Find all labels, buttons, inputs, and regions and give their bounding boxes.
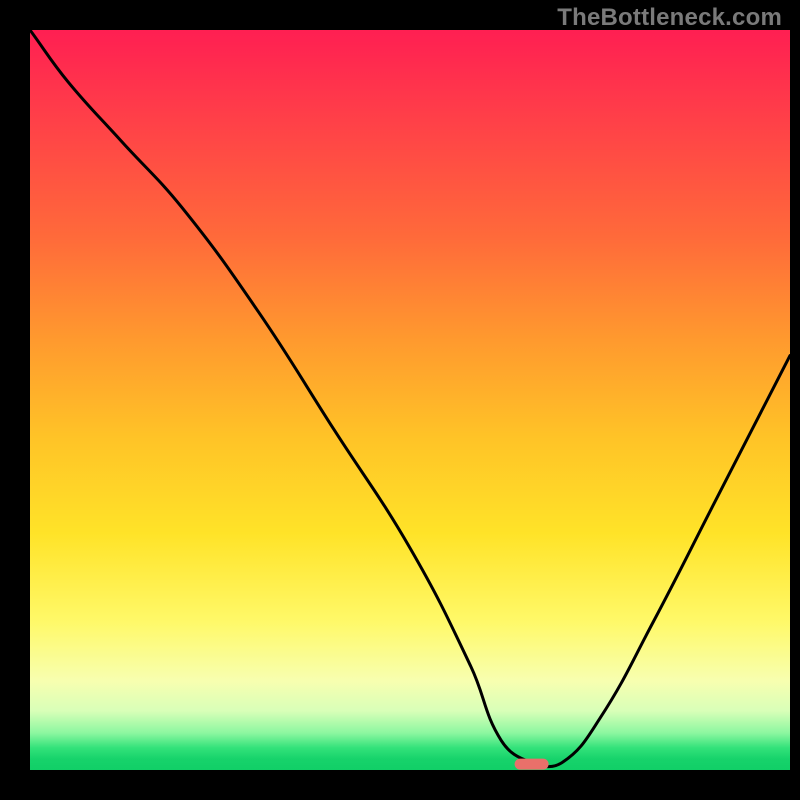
curve-layer xyxy=(30,30,790,770)
chart-frame: TheBottleneck.com xyxy=(0,0,800,800)
plot-area xyxy=(30,30,790,770)
optimal-marker xyxy=(515,759,549,770)
bottleneck-curve xyxy=(30,30,790,767)
watermark-text: TheBottleneck.com xyxy=(557,4,782,32)
